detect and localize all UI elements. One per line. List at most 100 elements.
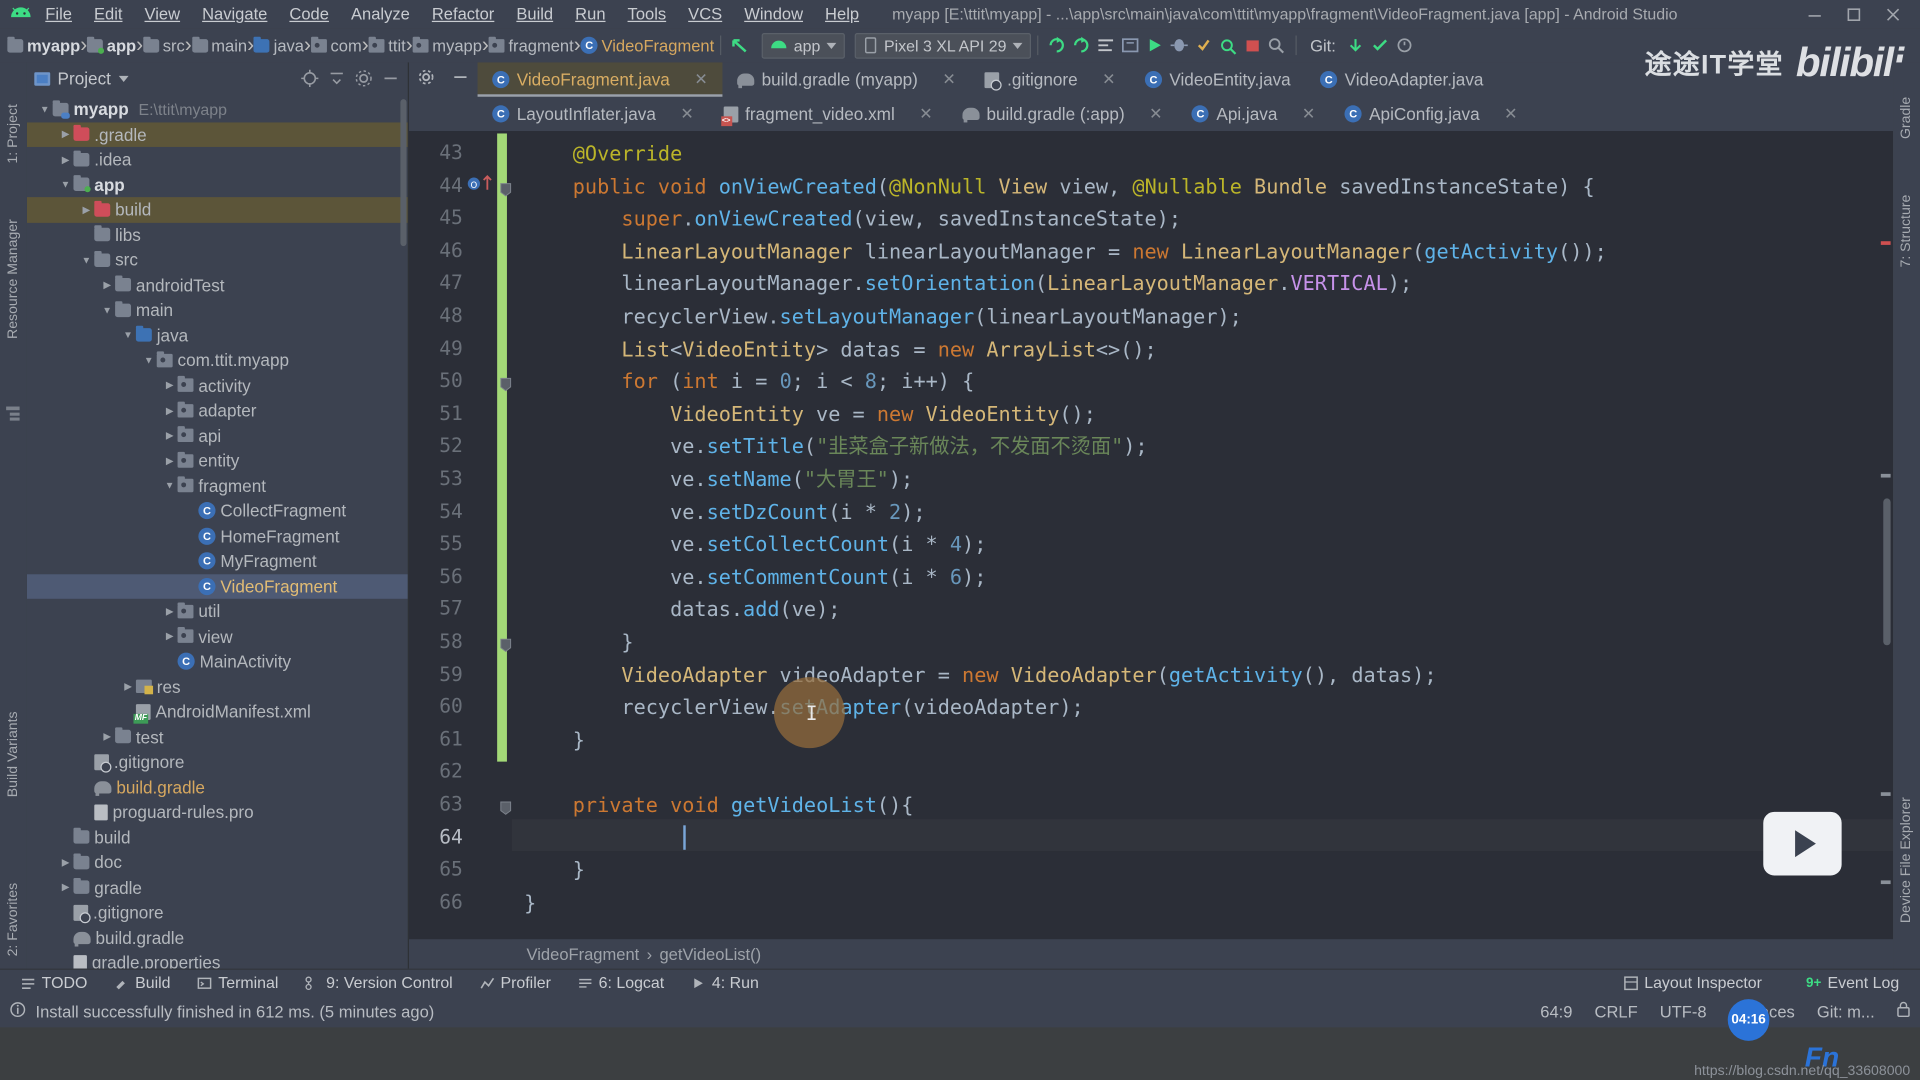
tree-item-idea[interactable]: ▶ .idea [27,147,408,172]
close-icon[interactable]: ✕ [1149,104,1162,124]
menu-item-vcs[interactable]: VCS [677,2,733,25]
breadcrumb-item-app[interactable]: app [87,36,136,54]
tree-item-libs[interactable]: ▶libs [27,222,408,247]
device-selector[interactable]: Pixel 3 XL API 29 [854,32,1031,59]
file-encoding[interactable]: UTF-8 [1660,1002,1707,1020]
code-line-43[interactable]: @Override [524,138,682,171]
avd-manager-icon[interactable] [1093,33,1117,57]
line-number-64[interactable]: 64 [426,825,463,848]
minimize-icon[interactable] [1805,4,1825,24]
line-number-46[interactable]: 46 [426,239,463,262]
apply-changes-icon[interactable] [1191,33,1215,57]
breadcrumb-item-src[interactable]: src [143,36,185,54]
tree-item-api[interactable]: ▶ api [27,423,408,448]
menu-item-code[interactable]: Code [278,2,340,25]
close-icon[interactable]: ✕ [680,104,693,124]
back-arrow-icon[interactable] [728,33,752,57]
menu-item-file[interactable]: File [34,2,83,25]
editor-tab-videofragment-java[interactable]: C VideoFragment.java ✕ [477,62,723,97]
chevron-right-icon[interactable]: ▶ [162,405,178,416]
bottom-tab-event-log[interactable]: 9+ Event Log [1793,973,1913,991]
breadcrumb-item-myapp-pkg[interactable]: myapp [412,36,482,54]
code-line-51[interactable]: VideoEntity ve = new VideoEntity(); [524,399,1096,432]
line-number-49[interactable]: 49 [426,336,463,359]
line-number-43[interactable]: 43 [426,141,463,164]
menu-item-navigate[interactable]: Navigate [191,2,278,25]
tree-item-gitignore[interactable]: ▶.gitignore [27,749,408,774]
code-line-59[interactable]: VideoAdapter videoAdapter = new VideoAda… [524,660,1436,693]
chevron-right-icon[interactable]: ▶ [58,129,74,140]
bottom-tab-terminal[interactable]: Terminal [184,973,292,992]
menu-item-build[interactable]: Build [505,2,564,25]
stop-icon[interactable] [1240,33,1264,57]
code-line-56[interactable]: ve.setCommentCount(i * 6); [524,562,986,595]
run-configuration-selector[interactable]: app [761,32,845,59]
git-branch[interactable]: Git: m... [1817,1002,1875,1020]
chevron-right-icon[interactable]: ▶ [58,154,74,165]
info-marker[interactable] [1880,473,1891,478]
git-update-icon[interactable] [1343,33,1367,57]
line-number-60[interactable]: 60 [426,695,463,718]
bottom-tab-logcat[interactable]: 6: Logcat [564,973,677,992]
debug-icon[interactable] [1167,33,1191,57]
tree-item-myfragment[interactable]: ▶CMyFragment [27,549,408,574]
code-line-49[interactable]: List<VideoEntity> datas = new ArrayList<… [524,334,1156,367]
menu-item-view[interactable]: View [134,2,192,25]
chevron-right-icon[interactable]: ▶ [120,681,136,692]
editor-scrollbar[interactable] [1883,498,1891,646]
sdk-manager-icon[interactable] [1118,33,1142,57]
editor-tab-build-gradle-app[interactable]: build.gradle (:app) ✕ [947,97,1177,131]
code-line-55[interactable]: ve.setCollectCount(i * 4); [524,529,986,562]
editor-tab-videoentity-java[interactable]: C VideoEntity.java [1130,62,1305,96]
menu-item-edit[interactable]: Edit [83,2,134,25]
line-number-53[interactable]: 53 [426,467,463,490]
rail-item-favorites[interactable]: 2: Favorites [6,883,21,957]
rail-item-resource-manager[interactable]: Resource Manager [6,219,21,339]
tree-item-fragment[interactable]: ▼ fragment [27,473,408,498]
code-line-45[interactable]: super.onViewCreated(view, savedInstanceS… [524,203,1181,236]
tree-item-myapp[interactable]: ▼ myapp E:\ttit\myapp [27,97,408,122]
chevron-down-icon[interactable]: ▼ [162,480,178,491]
chevron-down-icon[interactable]: ▼ [99,305,115,316]
code-line-66[interactable]: } [524,888,536,921]
breadcrumb-item-myapp[interactable]: myapp [7,36,80,54]
code-content[interactable]: @Override public void onViewCreated(@Non… [511,131,1894,939]
tree-item-activity[interactable]: ▶ activity [27,373,408,398]
project-scrollbar[interactable] [400,99,407,247]
menu-item-run[interactable]: Run [564,2,616,25]
editor-tab-fragment-video-xml[interactable]: fragment_video.xml ✕ [708,97,947,131]
line-number-52[interactable]: 52 [426,434,463,457]
code-line-61[interactable]: } [524,725,585,758]
bottom-tab-profiler[interactable]: Profiler [466,973,564,992]
chevron-right-icon[interactable]: ▶ [99,279,115,290]
tree-item-res[interactable]: ▶ res [27,674,408,699]
tree-item-gradle[interactable]: ▶ gradle [27,875,408,900]
line-separator[interactable]: CRLF [1595,1002,1638,1020]
chevron-down-icon[interactable]: ▼ [141,355,157,366]
line-number-44[interactable]: 44 [426,173,463,196]
info-marker[interactable] [1880,880,1891,885]
tree-item-collectfragment[interactable]: ▶CCollectFragment [27,498,408,523]
breadcrumb-item-com[interactable]: com [310,36,362,54]
git-history-icon[interactable] [1392,33,1416,57]
code-line-46[interactable]: LinearLayoutManager linearLayoutManager … [524,236,1607,269]
chevron-right-icon[interactable]: ▶ [162,380,178,391]
hide-editor-icon[interactable] [452,67,469,91]
menu-item-tools[interactable]: Tools [617,2,678,25]
code-line-54[interactable]: ve.setDzCount(i * 2); [524,497,925,530]
close-icon[interactable] [1883,4,1903,24]
run-button-icon[interactable] [1142,33,1166,57]
info-marker[interactable] [1880,792,1891,796]
line-number-58[interactable]: 58 [426,629,463,652]
line-number-59[interactable]: 59 [426,662,463,685]
editor-tab-apiconfig-java[interactable]: C ApiConfig.java ✕ [1330,97,1532,131]
tree-item-androidtest[interactable]: ▶ androidTest [27,272,408,297]
line-number-45[interactable]: 45 [426,206,463,229]
editor-breadcrumb-method[interactable]: getVideoList() [659,945,761,963]
code-line-53[interactable]: ve.setName("大胃王"); [524,464,913,497]
bottom-tab-run[interactable]: 4: Run [678,973,773,992]
tree-item-homefragment[interactable]: ▶CHomeFragment [27,523,408,548]
settings-gear-icon[interactable] [418,67,435,91]
line-number-51[interactable]: 51 [426,401,463,424]
close-icon[interactable]: ✕ [694,70,707,90]
